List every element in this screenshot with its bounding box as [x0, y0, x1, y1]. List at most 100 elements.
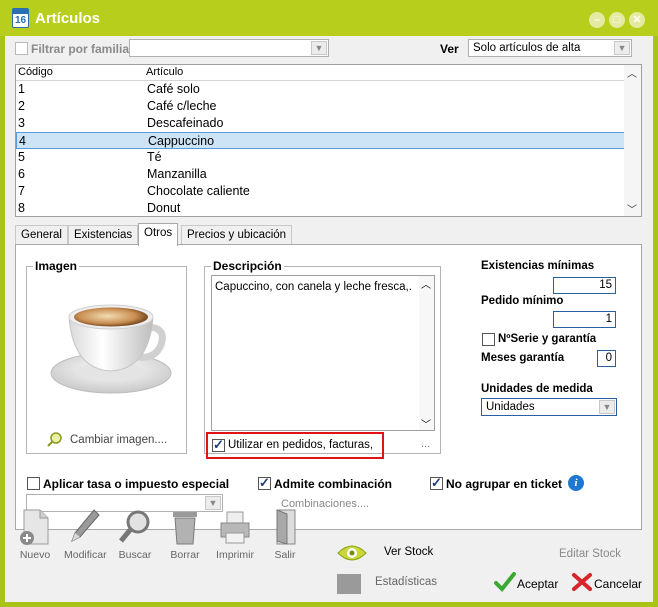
- imprimir-button[interactable]: Imprimir: [214, 508, 256, 561]
- pedido-minimo-field[interactable]: 1: [553, 311, 616, 328]
- modificar-button[interactable]: Modificar: [64, 508, 107, 561]
- cell-codigo: 2: [18, 99, 25, 113]
- column-header-articulo[interactable]: Artículo: [146, 66, 183, 78]
- title-bar[interactable]: 16 Artículos – □ ✕: [0, 0, 658, 36]
- cappuccino-image: [50, 304, 172, 394]
- cell-articulo: Manzanilla: [147, 167, 207, 181]
- close-x-icon[interactable]: [571, 572, 593, 592]
- printer-icon: [218, 508, 252, 546]
- filter-family-checkbox[interactable]: [15, 42, 28, 55]
- scroll-down-icon[interactable]: ﹀: [421, 416, 431, 431]
- existencias-minimas-label: Existencias mínimas: [481, 260, 595, 272]
- buscar-button[interactable]: Buscar: [114, 508, 156, 561]
- aplicar-tasa-checkbox[interactable]: [27, 477, 40, 490]
- no-agrupar-ticket-checkbox[interactable]: [430, 475, 443, 491]
- tab-precios-ubicacion[interactable]: Precios y ubicación: [181, 225, 293, 245]
- utilizar-pedidos-checkbox[interactable]: [212, 437, 225, 453]
- cambiar-imagen-link[interactable]: Cambiar imagen....: [70, 434, 167, 446]
- table-row[interactable]: 6 Manzanilla: [16, 166, 625, 183]
- imagen-group: Imagen Cambiar imagen....: [26, 259, 187, 454]
- admite-combinacion-label: Admite combinación: [274, 477, 393, 491]
- no-agrupar-ticket-label: No agrupar en ticket: [446, 477, 563, 491]
- table-row[interactable]: 8 Donut: [16, 200, 625, 217]
- aplicar-tasa-label: Aplicar tasa o impuesto especial: [43, 477, 230, 491]
- table-row[interactable]: 4 Cappuccino: [16, 132, 625, 149]
- editar-stock-link[interactable]: Editar Stock: [559, 548, 621, 560]
- table-row[interactable]: 5 Té: [16, 149, 625, 166]
- cell-codigo: 4: [19, 134, 26, 148]
- nserie-garantia-checkbox[interactable]: [482, 333, 495, 346]
- aceptar-button[interactable]: Aceptar: [517, 577, 558, 591]
- pedido-minimo-label: Pedido mínimo: [481, 295, 564, 307]
- calendar-app-icon: 16: [12, 8, 29, 28]
- descripcion-scrollbar[interactable]: ︿ ﹀: [419, 276, 434, 431]
- nserie-garantia-label: NºSerie y garantía: [498, 333, 597, 345]
- modificar-label: Modificar: [64, 549, 107, 561]
- ver-label: Ver: [440, 42, 459, 56]
- new-document-icon: [18, 508, 52, 546]
- ellipsis-button[interactable]: ...: [421, 438, 430, 450]
- salir-button[interactable]: Salir: [264, 508, 306, 561]
- tab-otros[interactable]: Otros: [138, 223, 179, 246]
- cell-codigo: 5: [18, 150, 25, 164]
- borrar-label: Borrar: [170, 549, 200, 561]
- checkmark-icon[interactable]: [494, 572, 516, 592]
- scroll-up-icon[interactable]: ︿: [627, 65, 637, 80]
- table-row[interactable]: 2 Café c/leche: [16, 98, 625, 115]
- tab-panel-otros: Imagen Cambiar imagen.... Descripción Ca…: [15, 244, 642, 530]
- ver-stock-link[interactable]: Ver Stock: [384, 546, 433, 558]
- grid-header: Código Artículo: [16, 65, 624, 81]
- descripcion-textarea[interactable]: Capuccino, con canela y leche fresca,. ︿…: [211, 275, 435, 431]
- existencias-minimas-field[interactable]: 15: [553, 277, 616, 294]
- descripcion-group: Descripción Capuccino, con canela y lech…: [204, 259, 441, 454]
- chart-icon[interactable]: [337, 574, 361, 594]
- info-icon[interactable]: i: [568, 475, 584, 491]
- chevron-down-icon[interactable]: ▼: [599, 400, 615, 414]
- scroll-up-icon[interactable]: ︿: [421, 276, 431, 291]
- meses-garantia-label: Meses garantía: [481, 352, 565, 364]
- window-title: Artículos: [35, 10, 101, 27]
- unidades-medida-combo[interactable]: Unidades ▼: [481, 398, 617, 416]
- cell-codigo: 7: [18, 184, 25, 198]
- estadisticas-link[interactable]: Estadísticas: [375, 576, 437, 588]
- cancelar-button[interactable]: Cancelar: [594, 577, 642, 591]
- trash-icon: [168, 508, 202, 546]
- table-row[interactable]: 7 Chocolate caliente: [16, 183, 625, 200]
- chevron-down-icon[interactable]: ▼: [311, 41, 327, 55]
- utilizar-pedidos-label: Utilizar en pedidos, facturas,: [228, 439, 374, 451]
- cell-articulo: Descafeinado: [147, 116, 224, 130]
- cell-codigo: 3: [18, 116, 25, 130]
- articulos-window: 16 Artículos – □ ✕ Filtrar por familia ▼…: [0, 0, 658, 607]
- pencil-icon: [68, 508, 102, 546]
- cell-codigo: 8: [18, 201, 25, 215]
- ver-combo[interactable]: Solo artículos de alta ▼: [468, 39, 632, 57]
- unidades-medida-label: Unidades de medida: [481, 383, 593, 395]
- family-combo[interactable]: ▼: [129, 39, 329, 57]
- cell-articulo: Donut: [147, 201, 181, 215]
- cell-articulo: Cappuccino: [148, 134, 215, 148]
- salir-label: Salir: [274, 549, 296, 561]
- column-header-codigo[interactable]: Código: [18, 66, 53, 78]
- maximize-button[interactable]: □: [609, 12, 625, 28]
- close-button[interactable]: ✕: [629, 12, 645, 28]
- nuevo-button[interactable]: Nuevo: [14, 508, 56, 561]
- table-row[interactable]: 1 Café solo: [16, 81, 625, 98]
- borrar-button[interactable]: Borrar: [164, 508, 206, 561]
- cell-articulo: Café solo: [147, 82, 200, 96]
- nuevo-label: Nuevo: [19, 549, 51, 561]
- meses-garantia-field[interactable]: 0: [597, 350, 616, 367]
- magnifier-icon[interactable]: [47, 431, 63, 447]
- minimize-button[interactable]: –: [589, 12, 605, 28]
- scroll-down-icon[interactable]: ﹀: [627, 201, 637, 216]
- cell-articulo: Chocolate caliente: [147, 184, 250, 198]
- imprimir-label: Imprimir: [216, 549, 254, 561]
- table-row[interactable]: 3 Descafeinado: [16, 115, 625, 132]
- cell-articulo: Té: [147, 150, 162, 164]
- chevron-down-icon[interactable]: ▼: [614, 41, 630, 55]
- door-exit-icon: [268, 508, 302, 546]
- admite-combinacion-checkbox[interactable]: [258, 475, 271, 491]
- tab-existencias[interactable]: Existencias: [68, 225, 139, 245]
- grid-scrollbar[interactable]: ︿ ﹀: [624, 65, 641, 216]
- eye-icon[interactable]: [337, 544, 367, 562]
- tab-general[interactable]: General: [15, 225, 68, 245]
